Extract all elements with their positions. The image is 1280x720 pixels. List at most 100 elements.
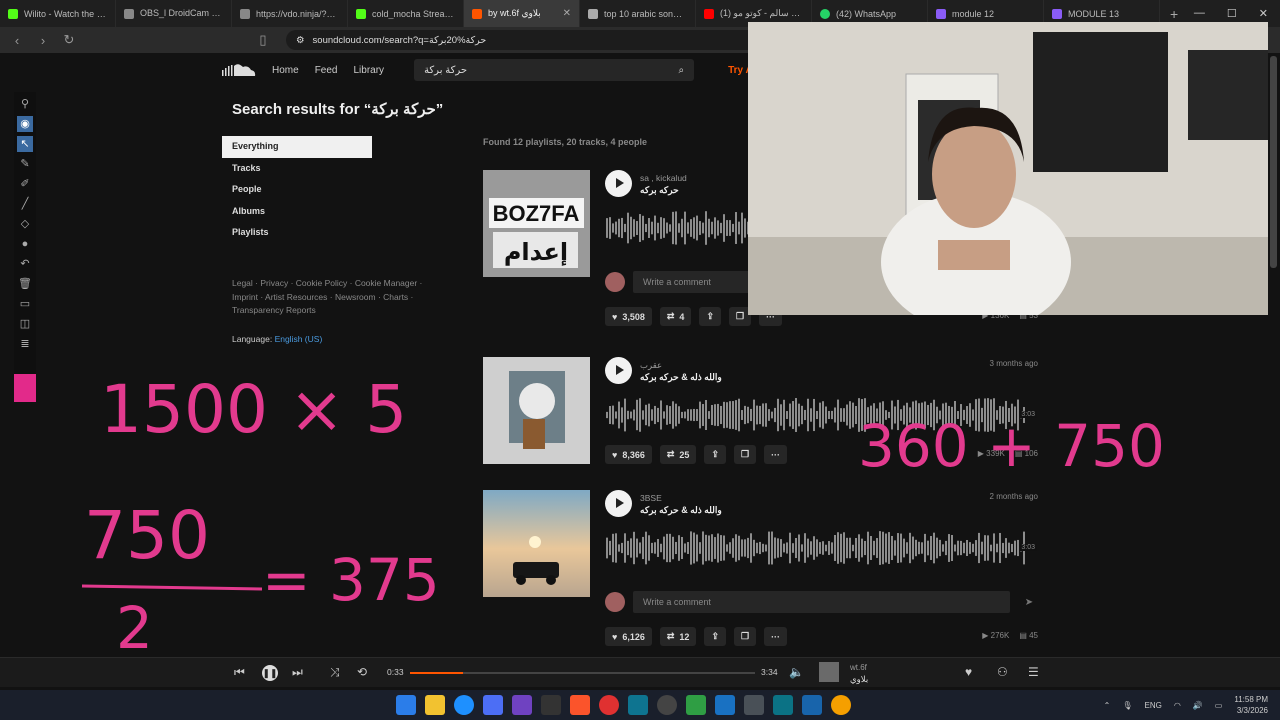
maximize-icon[interactable]: ☐: [1227, 7, 1237, 20]
filter-people[interactable]: People: [222, 179, 372, 201]
soundcloud-logo-icon[interactable]: [222, 63, 256, 77]
board-icon[interactable]: ▭: [17, 296, 33, 312]
search-icon[interactable]: ⌕: [678, 65, 684, 76]
tab-vdo-ninja[interactable]: https://vdo.ninja/?view: [232, 0, 348, 27]
battery-icon[interactable]: ▭: [1215, 701, 1223, 710]
track-artist[interactable]: 3BSE: [640, 493, 662, 503]
ink-color-swatch[interactable]: [14, 374, 36, 402]
clock[interactable]: 11:58 PM 3/3/2026: [1234, 694, 1268, 716]
wifi-icon[interactable]: ◠: [1174, 701, 1181, 710]
speaker-icon[interactable]: 🔊: [1193, 701, 1203, 710]
vscode-icon[interactable]: [715, 695, 735, 715]
track-title[interactable]: والله ذله & حركه بركه: [640, 372, 722, 383]
share-button[interactable]: ⇪: [704, 627, 726, 646]
like-icon[interactable]: ♥: [965, 665, 972, 679]
url-field[interactable]: ⚙ soundcloud.com/search?q=حركة%20بركة: [286, 30, 766, 50]
like-button[interactable]: ♥ 6,126: [605, 627, 652, 646]
footer-links-line[interactable]: Transparency Reports: [232, 304, 442, 318]
app-icon[interactable]: [773, 695, 793, 715]
filter-tracks[interactable]: Tracks: [222, 158, 372, 180]
record-icon[interactable]: [599, 695, 619, 715]
windows-start-icon[interactable]: [396, 695, 416, 715]
site-info-icon[interactable]: ⚙: [296, 35, 305, 46]
file-explorer-icon[interactable]: [425, 695, 445, 715]
previous-icon[interactable]: ⏮: [234, 665, 245, 680]
close-window-icon[interactable]: ✕: [1259, 7, 1268, 20]
track-artist[interactable]: sa , kickalud: [640, 173, 687, 183]
pause-button[interactable]: ❚❚: [262, 665, 278, 681]
repost-button[interactable]: ⇄ 25: [659, 445, 697, 464]
line-icon[interactable]: ╱: [17, 196, 33, 212]
tab-cold-mocha[interactable]: cold_mocha Stream - V: [348, 0, 464, 27]
new-tab-icon[interactable]: +: [1160, 6, 1188, 22]
repeat-icon[interactable]: ⟲: [357, 665, 367, 679]
language-link[interactable]: English (US): [275, 334, 323, 344]
page-scrollbar[interactable]: [1270, 56, 1277, 268]
language-indicator[interactable]: ENG: [1144, 701, 1161, 710]
tab-arabic-songs[interactable]: top 10 arabic songs 20: [580, 0, 696, 27]
app-icon[interactable]: [802, 695, 822, 715]
share-button[interactable]: ⇪: [699, 307, 721, 326]
eraser-icon[interactable]: ◇: [17, 216, 33, 232]
brave-icon[interactable]: [570, 695, 590, 715]
shuffle-icon[interactable]: ⤨: [330, 665, 340, 680]
microphone-icon[interactable]: 🎙: [1122, 701, 1132, 710]
close-tab-icon[interactable]: ✕: [563, 8, 571, 19]
app-icon[interactable]: [686, 695, 706, 715]
play-button[interactable]: [605, 357, 632, 384]
tray-expand-icon[interactable]: ⌃: [1104, 701, 1111, 710]
search-input[interactable]: حركة بركة ⌕: [414, 59, 695, 81]
app-icon[interactable]: [831, 695, 851, 715]
repost-button[interactable]: ⇄ 12: [659, 627, 697, 646]
tab-obs-droidcam[interactable]: OBS_l DroidCam بدالل: [116, 0, 232, 27]
reload-icon[interactable]: ↻: [62, 32, 76, 48]
filter-playlists[interactable]: Playlists: [222, 222, 372, 244]
volume-icon[interactable]: 🔈: [789, 665, 804, 679]
more-button[interactable]: ···: [764, 445, 788, 464]
track-artwork[interactable]: [483, 490, 590, 597]
dot-icon[interactable]: ●: [17, 236, 33, 252]
store-icon[interactable]: [483, 695, 503, 715]
more-button[interactable]: ···: [764, 627, 788, 646]
repost-button[interactable]: ⇄ 4: [659, 307, 692, 326]
tab-soundcloud[interactable]: by wt.6f بلاوي ✕: [464, 0, 580, 27]
next-icon[interactable]: ⏭: [292, 665, 303, 680]
share-button[interactable]: ⇪: [704, 445, 726, 464]
copy-link-button[interactable]: ❐: [733, 445, 757, 464]
eye-icon[interactable]: ◉: [17, 116, 33, 132]
now-playing-title[interactable]: بلاوي: [850, 674, 868, 685]
app-icon[interactable]: [744, 695, 764, 715]
play-button[interactable]: [605, 170, 632, 197]
waveform[interactable]: [606, 395, 1026, 435]
track-title[interactable]: والله ذله & حركه بركه: [640, 505, 722, 516]
nav-feed[interactable]: Feed: [315, 65, 338, 76]
track-artwork[interactable]: BOZ7FA إعدام: [483, 170, 590, 277]
like-button[interactable]: ♥ 3,508: [605, 307, 652, 326]
bookmark-icon[interactable]: ▯: [256, 32, 270, 48]
cursor-icon[interactable]: ↖: [17, 136, 33, 152]
terminal-icon[interactable]: [541, 695, 561, 715]
trash-icon[interactable]: 🗑: [17, 276, 33, 292]
camera-icon[interactable]: ◫: [17, 316, 33, 332]
nav-library[interactable]: Library: [353, 65, 384, 76]
track-artist[interactable]: عقرب: [640, 360, 662, 371]
now-playing-artwork[interactable]: [819, 662, 839, 682]
obs-icon[interactable]: [657, 695, 677, 715]
notes-icon[interactable]: ≣: [17, 336, 33, 352]
filter-everything[interactable]: Everything: [222, 136, 372, 158]
pin-icon[interactable]: ⚲: [17, 96, 33, 112]
comment-input[interactable]: Write a comment: [633, 591, 1010, 613]
footer-links-line[interactable]: Imprint · Artist Resources · Newsroom · …: [232, 291, 442, 305]
follow-icon[interactable]: ⚇: [997, 665, 1008, 679]
back-icon[interactable]: ‹: [10, 33, 24, 48]
progress-bar[interactable]: [410, 672, 755, 674]
marker-icon[interactable]: ✐: [17, 176, 33, 192]
pen-icon[interactable]: ✎: [17, 156, 33, 172]
like-button[interactable]: ♥ 8,366: [605, 445, 652, 464]
forward-icon[interactable]: ›: [36, 33, 50, 48]
track-artwork[interactable]: [483, 357, 590, 464]
app-icon[interactable]: [628, 695, 648, 715]
nav-home[interactable]: Home: [272, 65, 299, 76]
waveform[interactable]: [606, 528, 1026, 568]
send-icon[interactable]: ➤: [1018, 597, 1040, 608]
